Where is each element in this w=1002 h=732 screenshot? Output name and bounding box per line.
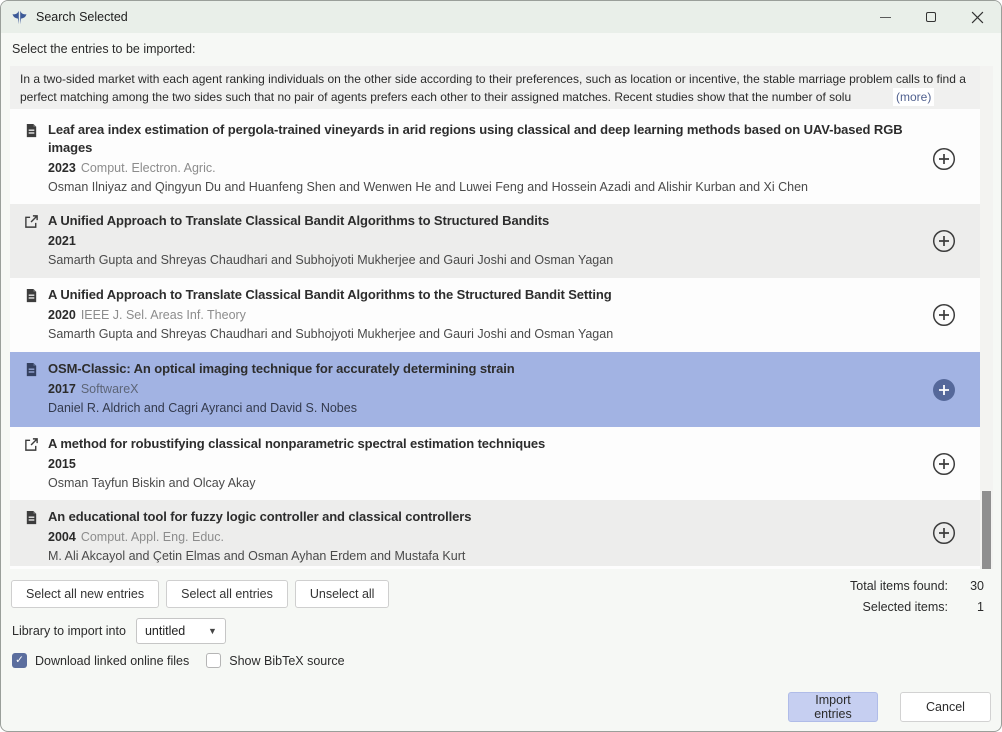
download-linked-files-label: Download linked online files bbox=[35, 654, 189, 668]
abstract-line1: In a two-sided market with each agent ra… bbox=[20, 72, 920, 86]
entry-meta: 2020 IEEE J. Sel. Areas Inf. Theory bbox=[48, 308, 920, 323]
close-icon bbox=[971, 11, 984, 24]
entry-title: OSM-Classic: An optical imaging techniqu… bbox=[48, 360, 920, 378]
entry-authors: Osman Tayfun Biskin and Olcay Akay bbox=[48, 476, 920, 491]
entry-year: 2015 bbox=[48, 457, 76, 471]
entry-year: 2017 bbox=[48, 382, 76, 396]
dialog-footer: Import entries Cancel bbox=[788, 692, 991, 722]
entry-authors: M. Ali Akcayol and Çetin Elmas and Osman… bbox=[48, 549, 920, 564]
entry-meta: 2004 Comput. Appl. Eng. Educ. bbox=[48, 530, 920, 545]
entry-meta: 2023 Comput. Electron. Agric. bbox=[48, 161, 920, 176]
library-dropdown-value: untitled bbox=[145, 624, 185, 638]
library-dropdown[interactable]: untitled ▼ bbox=[136, 618, 226, 644]
file-text-icon bbox=[24, 123, 39, 138]
file-text-icon bbox=[24, 510, 39, 525]
chevron-down-icon: ▼ bbox=[208, 626, 217, 636]
file-text-icon bbox=[24, 362, 39, 377]
entry-title: A method for robustifying classical nonp… bbox=[48, 435, 920, 453]
add-entry-button[interactable] bbox=[932, 147, 956, 171]
selected-items-value: 1 bbox=[948, 600, 984, 614]
abstract-preview: In a two-sided market with each agent ra… bbox=[10, 66, 982, 109]
add-entry-button[interactable] bbox=[932, 303, 956, 327]
result-stats: Total items found: 30 Selected items: 1 bbox=[850, 579, 984, 614]
cancel-button[interactable]: Cancel bbox=[900, 692, 991, 722]
more-link[interactable]: (more) bbox=[893, 88, 934, 106]
titlebar: Search Selected bbox=[1, 1, 1001, 33]
add-entry-button[interactable] bbox=[932, 452, 956, 476]
add-entry-button-selected[interactable] bbox=[932, 378, 956, 402]
entry-row[interactable]: Leaf area index estimation of pergola-tr… bbox=[10, 113, 982, 204]
entry-journal: IEEE J. Sel. Areas Inf. Theory bbox=[81, 308, 246, 322]
entry-row[interactable]: An educational tool for fuzzy logic cont… bbox=[10, 500, 982, 566]
entry-row[interactable]: A Unified Approach to Translate Classica… bbox=[10, 204, 982, 278]
show-bibtex-source-checkbox[interactable] bbox=[206, 653, 221, 668]
vertical-scrollbar[interactable] bbox=[980, 66, 993, 569]
entry-year: 2023 bbox=[48, 161, 76, 175]
entry-row[interactable]: A Unified Approach to Translate Classica… bbox=[10, 278, 982, 352]
file-text-icon bbox=[24, 288, 39, 303]
unselect-all-button[interactable]: Unselect all bbox=[295, 580, 390, 608]
entry-authors: Samarth Gupta and Shreyas Chaudhari and … bbox=[48, 327, 920, 342]
jabref-logo-icon bbox=[11, 9, 28, 26]
add-entry-button[interactable] bbox=[932, 521, 956, 545]
entry-meta: 2015 bbox=[48, 457, 920, 472]
entry-row[interactable]: A method for robustifying classical nonp… bbox=[10, 427, 982, 500]
import-options: ✓ Download linked online files Show BibT… bbox=[12, 653, 345, 668]
selected-items-label: Selected items: bbox=[850, 600, 948, 614]
entry-journal: Comput. Appl. Eng. Educ. bbox=[81, 530, 224, 544]
entry-authors: Osman Ilniyaz and Qingyun Du and Huanfen… bbox=[48, 180, 920, 195]
library-selector-row: Library to import into untitled ▼ bbox=[12, 618, 226, 644]
scrollbar-thumb[interactable] bbox=[982, 491, 991, 569]
entry-title: A Unified Approach to Translate Classica… bbox=[48, 212, 920, 230]
minimize-icon bbox=[880, 17, 891, 18]
import-entries-button[interactable]: Import entries bbox=[788, 692, 878, 722]
total-items-value: 30 bbox=[948, 579, 984, 593]
entry-row-selected[interactable]: OSM-Classic: An optical imaging techniqu… bbox=[10, 352, 982, 427]
maximize-icon bbox=[926, 12, 936, 22]
entry-title: Leaf area index estimation of pergola-tr… bbox=[48, 121, 920, 157]
select-all-new-entries-button[interactable]: Select all new entries bbox=[11, 580, 159, 608]
window-title: Search Selected bbox=[36, 10, 128, 24]
checkmark-icon: ✓ bbox=[15, 655, 24, 666]
external-link-icon bbox=[24, 437, 39, 452]
library-label: Library to import into bbox=[12, 624, 126, 638]
selection-actions: Select all new entries Select all entrie… bbox=[11, 580, 389, 608]
close-button[interactable] bbox=[954, 1, 1000, 33]
entry-list: In a two-sided market with each agent ra… bbox=[10, 66, 982, 569]
download-linked-files-checkbox[interactable]: ✓ bbox=[12, 653, 27, 668]
entry-title: An educational tool for fuzzy logic cont… bbox=[48, 508, 920, 526]
show-bibtex-source-label: Show BibTeX source bbox=[229, 654, 344, 668]
entry-meta: 2021 bbox=[48, 234, 920, 249]
entry-authors: Daniel R. Aldrich and Cagri Ayranci and … bbox=[48, 401, 920, 416]
entry-meta: 2017 SoftwareX bbox=[48, 382, 920, 397]
minimize-button[interactable] bbox=[862, 1, 908, 33]
entry-authors: Samarth Gupta and Shreyas Chaudhari and … bbox=[48, 253, 920, 268]
entry-year: 2020 bbox=[48, 308, 76, 322]
add-entry-button[interactable] bbox=[932, 229, 956, 253]
maximize-button[interactable] bbox=[908, 1, 954, 33]
window-controls bbox=[862, 1, 1000, 33]
select-all-entries-button[interactable]: Select all entries bbox=[166, 580, 288, 608]
entry-year: 2004 bbox=[48, 530, 76, 544]
entry-title: A Unified Approach to Translate Classica… bbox=[48, 286, 920, 304]
abstract-text: In a two-sided market with each agent ra… bbox=[20, 70, 972, 106]
instruction-label: Select the entries to be imported: bbox=[12, 42, 195, 56]
entry-journal: SoftwareX bbox=[81, 382, 139, 396]
external-link-icon bbox=[24, 214, 39, 229]
entry-year: 2021 bbox=[48, 234, 76, 248]
entry-journal: Comput. Electron. Agric. bbox=[81, 161, 216, 175]
total-items-label: Total items found: bbox=[850, 579, 948, 593]
search-selected-dialog: Search Selected Select the entries to be… bbox=[0, 0, 1002, 732]
